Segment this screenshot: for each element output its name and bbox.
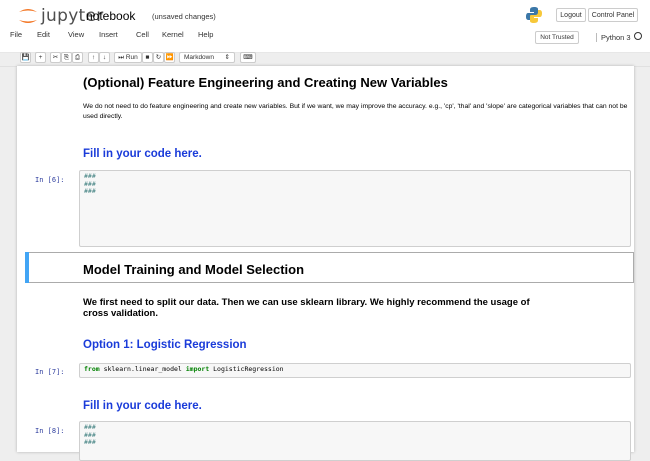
code-cell-6[interactable]: ### ### ###	[79, 170, 631, 247]
jupyter-logo-icon	[19, 9, 37, 23]
cell-prompt-8: In [8]:	[35, 427, 65, 435]
code-name: LogisticRegression	[209, 365, 284, 373]
menu-help[interactable]: Help	[198, 30, 213, 39]
paste-icon[interactable]: ⎙	[72, 52, 83, 63]
heading-fill-code-1: Fill in your code here.	[83, 148, 202, 160]
move-up-icon[interactable]: ↑	[88, 52, 99, 63]
autosave-status: (unsaved changes)	[152, 12, 216, 21]
menu-file[interactable]: File	[10, 30, 22, 39]
selected-cell-indicator	[25, 252, 29, 283]
save-icon[interactable]: 💾	[20, 52, 31, 63]
paragraph-feature-engineering: We do not need to do feature engineering…	[83, 103, 628, 120]
notebook-toolbar: 💾 + ✂ ⎘ ⎙ ↑ ↓ ⏭ Run ■ ↻ ⏩ Markdown ⇕ ⌨	[0, 52, 650, 63]
logout-button[interactable]: Logout	[556, 8, 586, 22]
cell-type-value: Markdown	[184, 54, 214, 61]
run-button[interactable]: ⏭ Run	[114, 52, 142, 63]
cell-type-select[interactable]: Markdown ⇕	[179, 52, 235, 63]
heading-fill-code-2: Fill in your code here.	[83, 400, 202, 412]
menu-cell[interactable]: Cell	[136, 30, 149, 39]
code-line: ###	[84, 187, 96, 195]
code-keyword: from	[84, 365, 100, 373]
code-line: ###	[84, 438, 96, 446]
code-line: ###	[84, 430, 96, 439]
interrupt-icon[interactable]: ■	[142, 52, 153, 63]
restart-icon[interactable]: ↻	[153, 52, 164, 63]
copy-icon[interactable]: ⎘	[61, 52, 72, 63]
code-keyword: import	[185, 365, 210, 373]
move-down-icon[interactable]: ↓	[99, 52, 110, 63]
cell-prompt-7: In [7]:	[35, 368, 65, 376]
not-trusted-button[interactable]: Not Trusted	[535, 31, 579, 44]
kernel-status-icon	[634, 32, 642, 40]
code-cell-7[interactable]: from sklearn.linear_model import Logisti…	[79, 363, 631, 378]
notebook-header: jupyter notebook (unsaved changes) Logou…	[0, 0, 650, 53]
run-label: Run	[125, 54, 138, 61]
notebook-name[interactable]: notebook	[86, 9, 135, 23]
kernel-name[interactable]: Python 3	[596, 33, 631, 42]
menu-view[interactable]: View	[68, 30, 84, 39]
heading-model-training: Model Training and Model Selection	[83, 262, 305, 277]
python-logo-icon	[526, 7, 542, 23]
code-module: sklearn.linear_model	[99, 365, 186, 373]
menu-edit[interactable]: Edit	[37, 30, 50, 39]
code-line: ###	[84, 179, 96, 188]
control-panel-button[interactable]: Control Panel	[588, 8, 638, 22]
restart-run-all-icon[interactable]: ⏩	[164, 52, 175, 63]
menu-insert[interactable]: Insert	[99, 30, 118, 39]
heading-feature-engineering: (Optional) Feature Engineering and Creat…	[83, 75, 448, 90]
cut-icon[interactable]: ✂	[50, 52, 61, 63]
heading-option-1: Option 1: Logistic Regression	[83, 339, 247, 351]
cell-prompt-6: In [6]:	[35, 176, 65, 184]
paragraph-model-training: We first need to split our data. Then we…	[83, 297, 530, 319]
code-line: ###	[84, 172, 96, 180]
code-cell-8[interactable]: ### ### ###	[79, 421, 631, 461]
insert-cell-icon[interactable]: +	[35, 52, 46, 63]
code-line: ###	[84, 423, 96, 431]
keyboard-icon[interactable]: ⌨	[240, 52, 256, 63]
select-arrows-icon: ⇕	[224, 54, 230, 61]
menu-kernel[interactable]: Kernel	[162, 30, 184, 39]
run-icon: ⏭	[118, 54, 125, 61]
